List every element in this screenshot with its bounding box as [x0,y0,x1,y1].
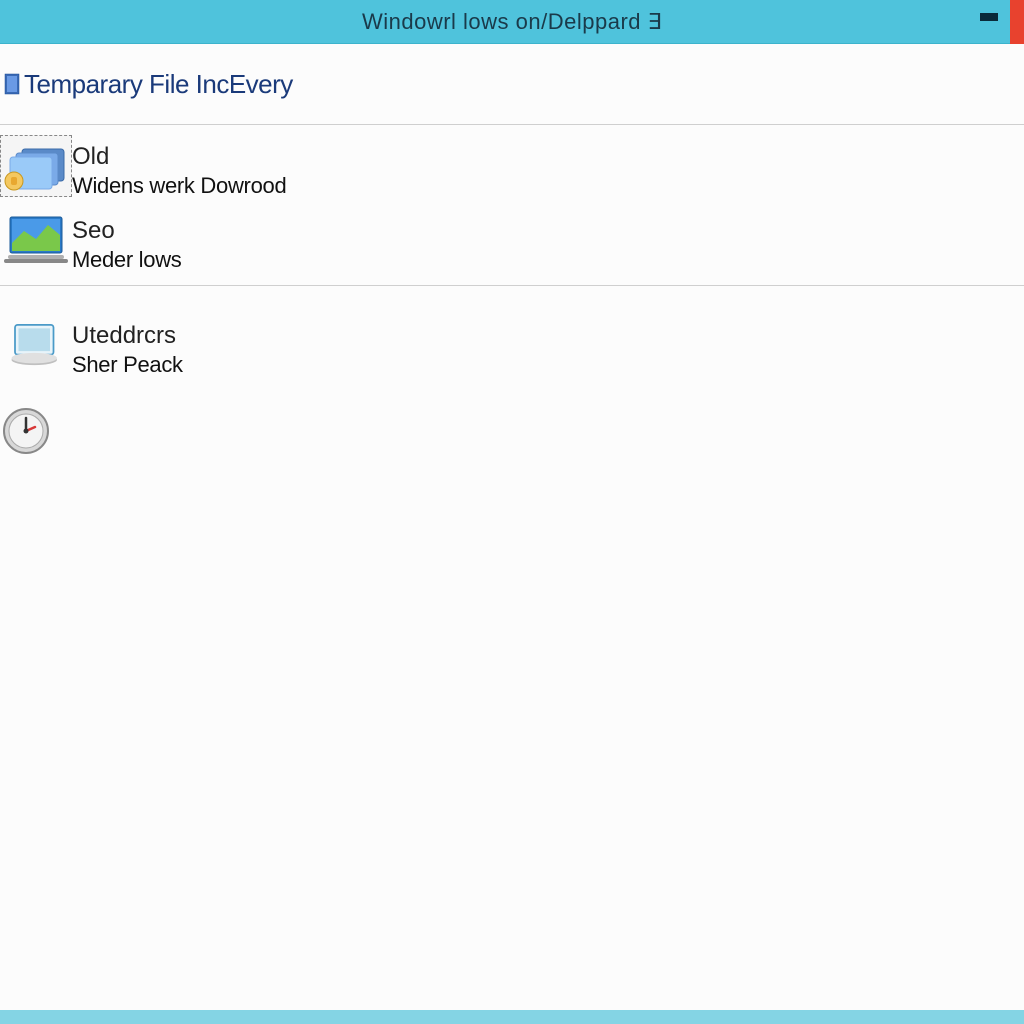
monitor-seo-icon [0,209,72,271]
close-button[interactable] [1010,0,1024,44]
content-area: Temparary File IncEvery Old Widens werk … [0,44,1024,1010]
bottombar [0,1010,1024,1024]
list-item-subtitle: Widens werk Dowrood [72,172,286,201]
clock-icon[interactable] [2,407,50,455]
drive-icon [0,314,72,376]
list-item-title: Seo [72,215,181,246]
list-item-text: Old Widens werk Dowrood [72,135,286,201]
list-item[interactable]: Old Widens werk Dowrood [0,131,1024,205]
titlebar-controls [980,0,1024,43]
list-item[interactable]: Uteddrcrs Sher Peack [0,310,1024,384]
section-b: Uteddrcrs Sher Peack [0,286,1024,456]
list-item-text: Uteddrcrs Sher Peack [72,314,183,380]
section-a: Old Widens werk Dowrood Seo Meder lows [0,124,1024,286]
list-item[interactable]: Seo Meder lows [0,205,1024,279]
list-item-text: Seo Meder lows [72,209,181,275]
window-title: Windowrl lows on/Delppard ∃ [362,9,662,35]
page-icon [4,73,20,95]
list-item-title: Uteddrcrs [72,320,183,351]
list-item-subtitle: Meder lows [72,246,181,275]
page-title: Temparary File IncEvery [24,69,293,100]
list-item-title: Old [72,141,286,172]
list-item-subtitle: Sher Peack [72,351,183,380]
titlebar: Windowrl lows on/Delppard ∃ [0,0,1024,44]
page-header: Temparary File IncEvery [0,44,1024,124]
folder-old-icon [0,135,72,197]
minimize-button[interactable] [980,13,998,21]
